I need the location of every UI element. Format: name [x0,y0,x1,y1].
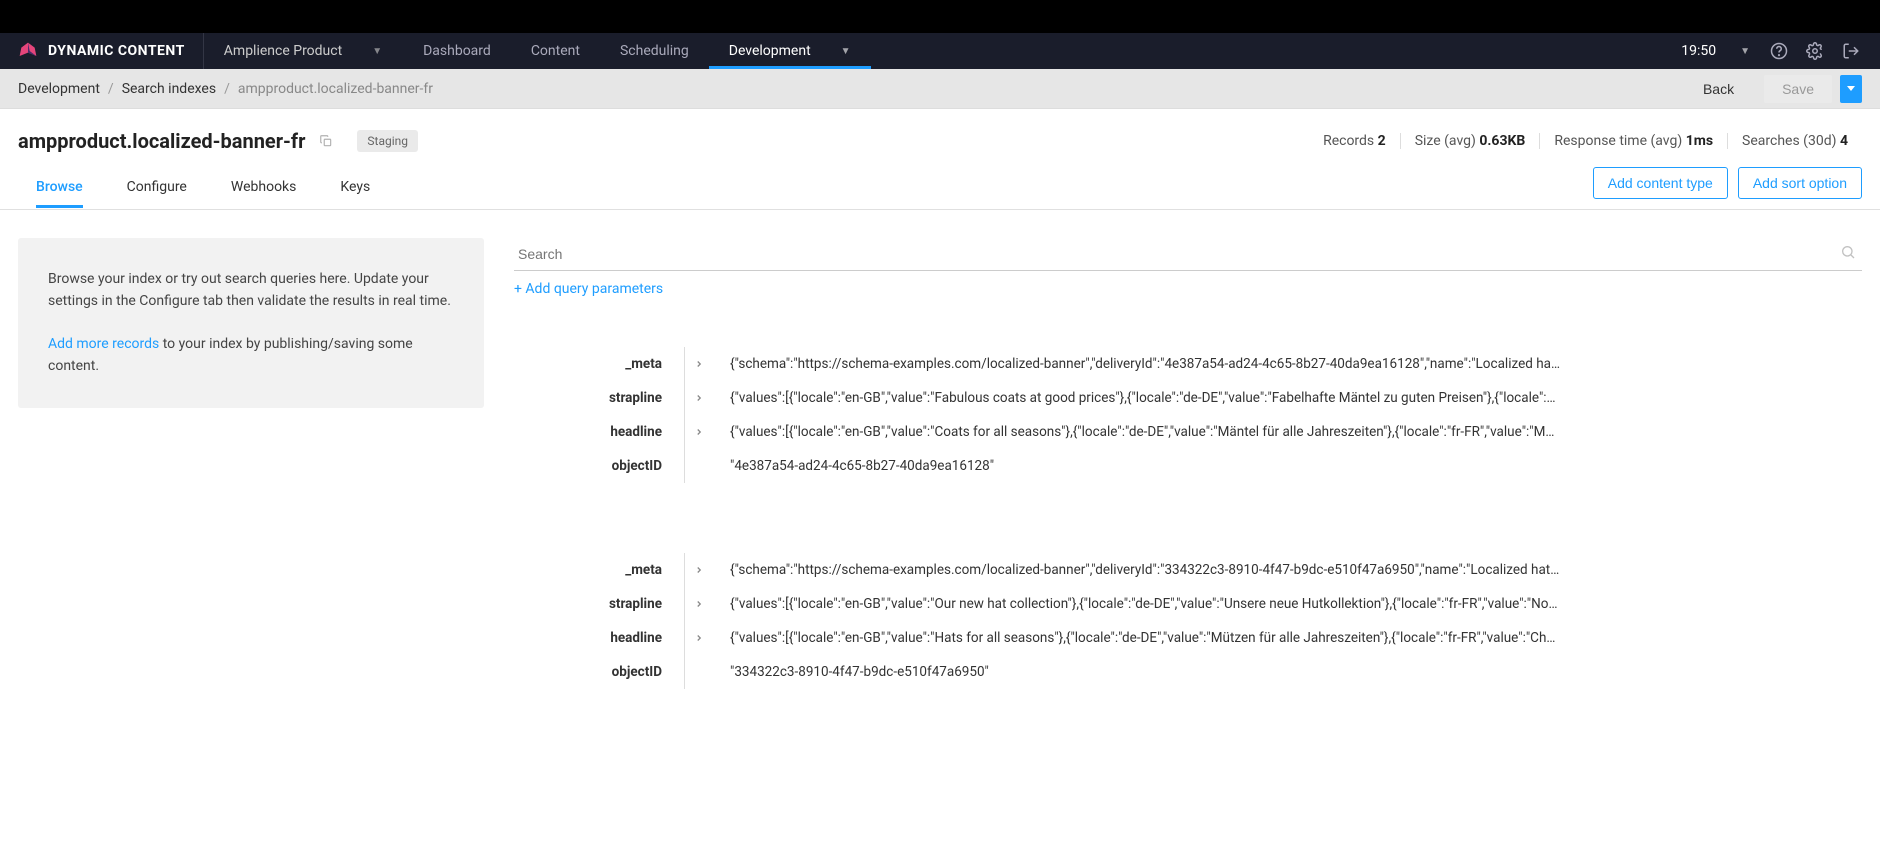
tab-browse[interactable]: Browse [36,169,83,208]
record-value: {"values":[{"locale":"en-GB","value":"Ha… [730,630,1862,646]
search-input[interactable] [514,238,1862,271]
record-key: _meta [514,356,684,372]
gear-icon [1806,42,1824,60]
record-key: objectID [514,664,684,680]
breadcrumb-bar: Development / Search indexes / ampproduc… [0,69,1880,109]
add-content-type-button[interactable]: Add content type [1593,167,1728,199]
record-key: strapline [514,390,684,406]
page-tabs-row: Browse Configure Webhooks Keys Add conte… [0,153,1880,210]
nav-tabs: Dashboard Content Scheduling Development… [403,33,870,69]
record-value: {"values":[{"locale":"en-GB","value":"Co… [730,424,1862,440]
caret-down-icon: ▼ [841,46,851,57]
tab-keys[interactable]: Keys [340,169,370,208]
logout-icon [1842,42,1860,60]
caret-down-icon: ▼ [372,46,382,57]
record-row: objectID "334322c3-8910-4f47-b9dc-e510f47… [514,655,1862,689]
chevron-right-icon[interactable] [684,359,714,369]
breadcrumb-current: ampproduct.localized-banner-fr [238,81,433,97]
record: _meta {"schema":"https://schema-examples.… [514,553,1862,689]
add-query-parameters-link[interactable]: + Add query parameters [514,281,663,297]
record-row: strapline {"values":[{"locale":"en-GB","v… [514,587,1862,621]
record-row: _meta {"schema":"https://schema-examples.… [514,347,1862,381]
record-key: headline [514,424,684,440]
add-more-records-link[interactable]: Add more records [48,336,159,352]
nav-tab-dashboard[interactable]: Dashboard [403,33,511,69]
main-column: + Add query parameters _meta {"schema":"h… [514,238,1862,759]
stat-response-time: Response time (avg) 1ms [1540,133,1728,149]
time-dropdown[interactable]: 19:50 ▼ [1681,43,1758,59]
info-line-2: Add more records to your index by publis… [48,333,454,378]
chevron-right-icon[interactable] [684,393,714,403]
info-text: Browse your index or try out search quer… [48,268,454,313]
brand-text: DYNAMIC CONTENT [48,43,185,59]
record-value: {"values":[{"locale":"en-GB","value":"Ou… [730,596,1862,612]
stat-records: Records 2 [1309,133,1401,149]
breadcrumb-sep: / [108,81,114,97]
record-row: objectID "4e387a54-ad24-4c65-8b27-40da9ea… [514,449,1862,483]
top-black-bar [0,0,1880,33]
page-title: ampproduct.localized-banner-fr [18,129,305,153]
record-key: strapline [514,596,684,612]
search-icon [1840,244,1856,264]
search-wrap [514,238,1862,271]
content-area: Browse your index or try out search quer… [0,210,1880,787]
caret-down-icon [1847,86,1855,91]
chevron-right-icon[interactable] [684,599,714,609]
nav-tab-content[interactable]: Content [511,33,600,69]
copy-icon[interactable] [319,134,333,148]
record-value: {"schema":"https://schema-examples.com/l… [730,356,1862,372]
logo-icon [18,41,38,61]
settings-button[interactable] [1800,36,1830,66]
chevron-right-icon[interactable] [684,633,714,643]
product-dropdown[interactable]: Amplience Product ▼ [204,33,403,69]
logout-button[interactable] [1836,36,1866,66]
page-header: ampproduct.localized-banner-fr Staging R… [0,109,1880,153]
breadcrumb-development[interactable]: Development [18,81,100,97]
stat-searches: Searches (30d) 4 [1728,133,1862,149]
record-key: headline [514,630,684,646]
help-icon [1770,42,1788,60]
record-row: _meta {"schema":"https://schema-examples.… [514,553,1862,587]
tab-configure[interactable]: Configure [127,169,187,208]
brand-logo[interactable]: DYNAMIC CONTENT [0,33,204,69]
stat-size: Size (avg) 0.63KB [1401,133,1541,149]
record-value: "334322c3-8910-4f47-b9dc-e510f47a6950" [730,664,1862,680]
time-label: 19:50 [1681,43,1716,59]
record-row: headline {"values":[{"locale":"en-GB","va… [514,621,1862,655]
save-dropdown-button[interactable] [1840,75,1862,103]
chevron-right-icon[interactable] [684,565,714,575]
save-button: Save [1764,75,1832,103]
add-sort-option-button[interactable]: Add sort option [1738,167,1862,199]
record-value: "4e387a54-ad24-4c65-8b27-40da9ea16128" [730,458,1862,474]
record-key: _meta [514,562,684,578]
main-nav: DYNAMIC CONTENT Amplience Product ▼ Dash… [0,33,1880,69]
info-panel: Browse your index or try out search quer… [18,238,484,408]
nav-right: 19:50 ▼ [1667,33,1880,69]
record-key: objectID [514,458,684,474]
product-dropdown-label: Amplience Product [224,43,342,59]
help-button[interactable] [1764,36,1794,66]
record-row: strapline {"values":[{"locale":"en-GB","v… [514,381,1862,415]
chevron-right-icon[interactable] [684,427,714,437]
record: _meta {"schema":"https://schema-examples.… [514,347,1862,483]
staging-badge: Staging [357,130,418,152]
back-button[interactable]: Back [1687,75,1750,103]
page-tabs: Browse Configure Webhooks Keys [36,169,370,208]
breadcrumb-search-indexes[interactable]: Search indexes [122,81,216,97]
nav-tab-development[interactable]: Development▼ [709,33,871,69]
nav-tab-scheduling[interactable]: Scheduling [600,33,709,69]
tab-webhooks[interactable]: Webhooks [231,169,297,208]
record-value: {"values":[{"locale":"en-GB","value":"Fa… [730,390,1862,406]
stats-bar: Records 2 Size (avg) 0.63KB Response tim… [1309,133,1862,149]
record-value: {"schema":"https://schema-examples.com/l… [730,562,1862,578]
breadcrumb-sep: / [224,81,230,97]
record-row: headline {"values":[{"locale":"en-GB","va… [514,415,1862,449]
caret-down-icon: ▼ [1740,46,1750,57]
